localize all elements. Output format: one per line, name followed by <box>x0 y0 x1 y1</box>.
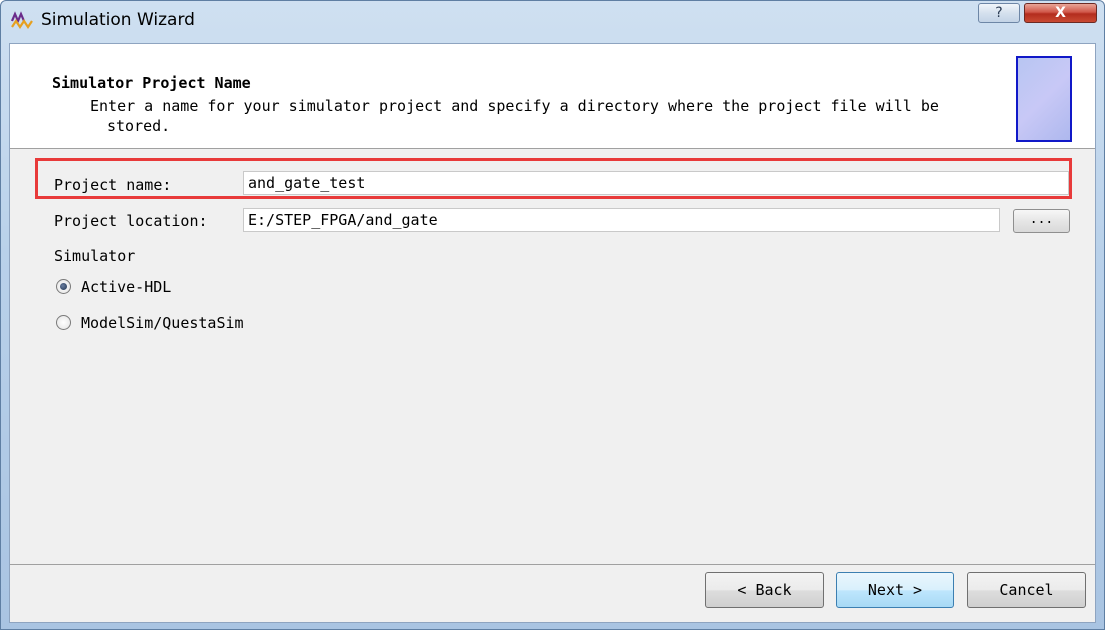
next-button[interactable]: Next > <box>836 572 954 608</box>
waveform-icon <box>10 11 35 31</box>
wizard-header: Simulator Project Name Enter a name for … <box>10 44 1095 149</box>
back-button[interactable]: < Back <box>705 572 824 608</box>
simulator-group-label: Simulator <box>54 247 136 265</box>
project-name-label: Project name: <box>54 176 172 194</box>
wizard-body: Simulator Project Name Enter a name for … <box>9 43 1096 623</box>
footer-divider <box>10 564 1095 565</box>
window-title: Simulation Wizard <box>41 10 195 30</box>
help-button[interactable]: ? <box>978 3 1020 23</box>
browse-button[interactable]: ... <box>1013 209 1070 233</box>
radio-modelsim-label[interactable]: ModelSim/QuestaSim <box>81 314 244 332</box>
radio-active-hdl-label[interactable]: Active-HDL <box>81 278 171 296</box>
radio-modelsim[interactable] <box>56 315 71 330</box>
page-title: Simulator Project Name <box>52 74 251 92</box>
title-bar[interactable]: Simulation Wizard ? X <box>1 1 1104 43</box>
simulation-wizard-window: Simulation Wizard ? X Simulator Project … <box>0 0 1105 630</box>
project-location-label: Project location: <box>54 212 208 230</box>
project-location-input[interactable]: E:/STEP_FPGA/and_gate <box>243 208 1000 232</box>
close-icon: X <box>1055 5 1066 21</box>
close-button[interactable]: X <box>1024 3 1097 23</box>
cancel-button[interactable]: Cancel <box>967 572 1086 608</box>
radio-active-hdl[interactable] <box>56 279 71 294</box>
help-icon: ? <box>995 5 1003 21</box>
project-name-input[interactable]: and_gate_test <box>243 171 1069 195</box>
page-description: Enter a name for your simulator project … <box>90 97 939 135</box>
wizard-logo <box>1016 56 1072 142</box>
